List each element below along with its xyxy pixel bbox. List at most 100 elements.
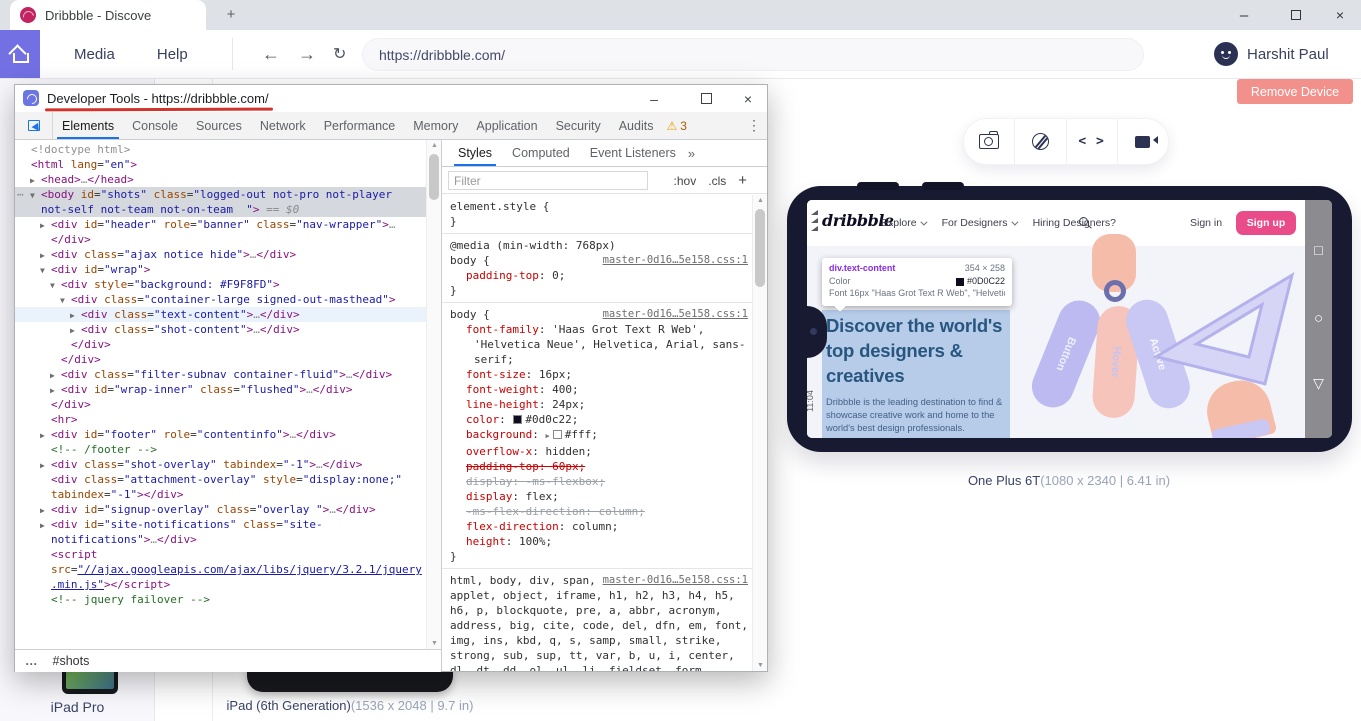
dom-tree-line[interactable]: <hr> <box>15 412 441 427</box>
collapse-arrow-icon[interactable]: ▼ <box>50 278 55 293</box>
scroll-up-icon[interactable]: ▲ <box>427 142 442 149</box>
url-bar[interactable]: https://dribbble.com/ <box>362 38 1144 71</box>
scroll-down-icon[interactable]: ▼ <box>427 640 442 647</box>
screenshot-button[interactable] <box>964 119 1015 164</box>
dom-tree-line[interactable]: ▶<div id="wrap-inner" class="flushed">…<… <box>15 382 441 397</box>
expand-arrow-icon[interactable]: ▶ <box>40 458 45 473</box>
back-nav-icon[interactable]: ▽ <box>1313 375 1324 392</box>
user-avatar[interactable] <box>1214 42 1238 66</box>
home-button[interactable] <box>0 30 40 78</box>
more-tabs-icon[interactable]: » <box>688 140 695 166</box>
css-property[interactable]: color: #0d0c22; <box>450 412 748 427</box>
menu-item-media[interactable]: Media <box>74 46 115 63</box>
css-rule[interactable]: master-0d16…5e158.css:1body {font-family… <box>442 303 752 569</box>
styles-tab-computed[interactable]: Computed <box>502 140 580 166</box>
expand-arrow-icon[interactable]: ▶ <box>30 173 35 188</box>
dom-tree-line[interactable]: ▶<div id="signup-overlay" class="overlay… <box>15 502 441 517</box>
css-property[interactable]: font-family: 'Haas Grot Text R Web', 'He… <box>450 322 748 367</box>
css-property[interactable]: overflow-x: hidden; <box>450 444 748 459</box>
warnings-badge[interactable]: ⚠ 3 <box>666 112 686 139</box>
css-property[interactable]: -ms-flex-direction: column; <box>450 504 748 519</box>
dom-tree-line[interactable]: <html lang="en"> <box>15 157 441 172</box>
css-property[interactable]: padding-top: 60px; <box>450 459 748 474</box>
expand-arrow-icon[interactable]: ▶ <box>40 428 45 443</box>
home-nav-icon[interactable]: ○ <box>1314 310 1323 327</box>
dom-tree-line[interactable]: <script src="//ajax.googleapis.com/ajax/… <box>15 547 441 592</box>
user-name[interactable]: Harshit Paul <box>1247 30 1329 78</box>
expand-arrow-icon[interactable]: ▶ <box>40 218 45 233</box>
dom-tree-line[interactable]: ⋯▼<body id="shots" class="logged-out not… <box>15 187 441 217</box>
dom-tree-line[interactable]: ▶<div class="filter-subnav container-flu… <box>15 367 441 382</box>
dom-tree-line[interactable]: <div class="attachment-overlay" style="d… <box>15 472 441 502</box>
devtools-tab-memory[interactable]: Memory <box>404 112 467 139</box>
elements-scrollbar[interactable]: ▲ ▼ <box>426 140 441 649</box>
inspect-element-button[interactable] <box>15 112 53 139</box>
devtools-tab-security[interactable]: Security <box>547 112 610 139</box>
dom-tree-line[interactable]: ▶<div id="footer" role="contentinfo">…</… <box>15 427 441 442</box>
sign-in-link[interactable]: Sign in <box>1190 200 1222 246</box>
styles-tab-event-listeners[interactable]: Event Listeners <box>580 140 686 166</box>
dom-tree-line[interactable]: ▶<div id="header" role="banner" class="n… <box>15 217 441 247</box>
sign-up-button[interactable]: Sign up <box>1236 211 1296 235</box>
css-property[interactable]: font-weight: 400; <box>450 382 748 397</box>
menu-item-help[interactable]: Help <box>157 46 188 63</box>
devtools-close-button[interactable]: × <box>733 85 763 112</box>
styles-filter-input[interactable] <box>448 171 648 190</box>
scroll-down-icon[interactable]: ▼ <box>753 662 767 669</box>
devtools-tab-console[interactable]: Console <box>123 112 187 139</box>
dom-tree-line[interactable]: <!doctype html> <box>15 142 441 157</box>
devtools-minimize-button[interactable]: – <box>639 85 669 112</box>
css-property[interactable]: flex-direction: column; <box>450 519 748 534</box>
close-button[interactable]: × <box>1327 0 1353 30</box>
new-rule-button[interactable]: + <box>738 172 747 189</box>
dom-tree-line[interactable]: ▶<div class="ajax notice hide">…</div> <box>15 247 441 262</box>
collapse-arrow-icon[interactable]: ▼ <box>40 263 45 278</box>
css-rule[interactable]: element.style {} <box>442 195 752 234</box>
expand-arrow-icon[interactable]: ▶ <box>40 503 45 518</box>
stylesheet-link[interactable]: master-0d16…5e158.css:1 <box>603 573 748 588</box>
dom-tree-line[interactable]: ▶<div id="site-notifications" class="sit… <box>15 517 441 547</box>
back-button[interactable]: ← <box>262 30 280 78</box>
dom-tree-line[interactable]: ▶<head>…</head> <box>15 172 441 187</box>
rotate-device-button[interactable] <box>1015 119 1066 164</box>
expand-arrow-icon[interactable]: ▶ <box>40 248 45 263</box>
scroll-up-icon[interactable]: ▲ <box>753 197 767 204</box>
dom-tree-line[interactable]: ▶<div class="shot-content">…</div> <box>15 322 441 337</box>
site-nav-explore[interactable]: Explore <box>881 217 925 229</box>
browser-tab[interactable]: Dribbble - Discove <box>10 0 206 30</box>
devtools-tab-audits[interactable]: Audits <box>610 112 663 139</box>
hov-toggle[interactable]: :hov <box>674 174 697 188</box>
minimize-button[interactable]: – <box>1231 0 1257 30</box>
forward-button[interactable]: → <box>298 30 316 78</box>
style-rules[interactable]: element.style {}@media (min-width: 768px… <box>442 195 752 671</box>
site-nav-for-designers[interactable]: For Designers <box>942 217 1016 229</box>
devtools-maximize-button[interactable] <box>691 85 721 112</box>
elements-tree[interactable]: <!doctype html><html lang="en">▶<head>…<… <box>15 140 441 649</box>
devtools-menu-button[interactable]: ⋮ <box>741 112 767 139</box>
dom-tree-line[interactable]: </div> <box>15 397 441 412</box>
stylesheet-link[interactable]: master-0d16…5e158.css:1 <box>603 253 748 268</box>
dom-tree-line[interactable]: ▼<div class="container-large signed-out-… <box>15 292 441 307</box>
css-property[interactable]: padding-top: 0; <box>450 268 748 283</box>
css-property[interactable]: height: 100%; <box>450 534 748 549</box>
breadcrumb-ellipsis[interactable]: … <box>25 654 39 668</box>
dom-tree-line[interactable]: ▶<div class="shot-overlay" tabindex="-1"… <box>15 457 441 472</box>
reload-button[interactable]: ↻ <box>333 30 346 78</box>
expand-arrow-icon[interactable]: ▶ <box>545 432 549 440</box>
collapse-arrow-icon[interactable]: ▼ <box>60 293 65 308</box>
devtools-tab-network[interactable]: Network <box>251 112 315 139</box>
devtools-tab-application[interactable]: Application <box>467 112 546 139</box>
remove-device-button[interactable]: Remove Device <box>1237 79 1353 104</box>
scrollbar-thumb[interactable] <box>429 154 439 200</box>
css-property[interactable]: font-size: 16px; <box>450 367 748 382</box>
cls-toggle[interactable]: .cls <box>708 174 726 188</box>
dom-tree-line[interactable]: </div> <box>15 337 441 352</box>
expand-arrow-icon[interactable]: ▶ <box>70 308 75 323</box>
styles-tab-styles[interactable]: Styles <box>448 140 502 166</box>
recents-icon[interactable]: □ <box>1314 242 1322 258</box>
dom-tree-line[interactable]: <!-- /footer --> <box>15 442 441 457</box>
dom-tree-line[interactable]: ▼<div style="background: #F9F8FD"> <box>15 277 441 292</box>
color-swatch[interactable] <box>553 430 562 439</box>
expand-arrow-icon[interactable]: ▶ <box>70 323 75 338</box>
dom-tree-line[interactable]: ▶<div class="text-content">…</div> <box>15 307 441 322</box>
